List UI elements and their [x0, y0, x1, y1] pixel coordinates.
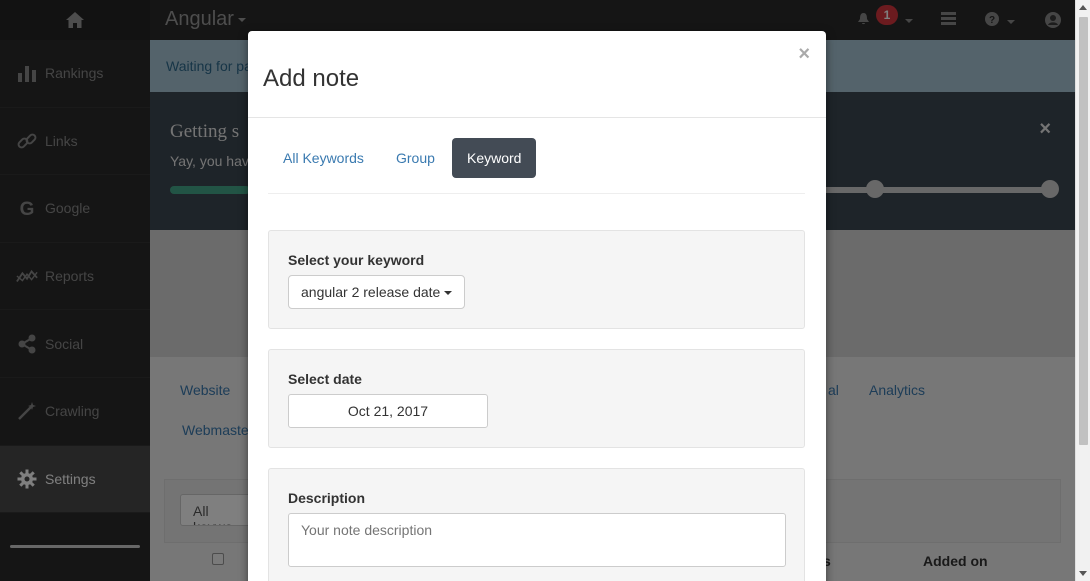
tab-all-keywords[interactable]: All Keywords [268, 138, 379, 178]
description-label: Description [288, 490, 366, 506]
scroll-down-icon[interactable] [1079, 571, 1087, 576]
keyword-panel: Select your keyword angular 2 release da… [268, 230, 805, 329]
modal-title: Add note [263, 65, 360, 92]
description-panel: Description [268, 468, 805, 581]
modal-header: Add note × [248, 31, 826, 118]
add-note-modal: Add note × All Keywords Group Keyword Se… [248, 31, 826, 581]
keyword-value: angular 2 release date [301, 284, 441, 300]
date-panel: Select date Oct 21, 2017 [268, 349, 805, 448]
tab-group[interactable]: Group [381, 138, 450, 178]
scroll-up-icon[interactable] [1079, 5, 1087, 10]
note-scope-tabs: All Keywords Group Keyword [268, 138, 805, 194]
description-textarea[interactable] [288, 513, 786, 567]
close-button[interactable]: × [798, 43, 810, 66]
keyword-dropdown[interactable]: angular 2 release date [288, 275, 466, 309]
scrollbar-thumb[interactable] [1079, 17, 1088, 445]
chevron-down-icon [444, 291, 453, 296]
keyword-label: Select your keyword [288, 252, 425, 268]
page-scrollbar[interactable] [1075, 0, 1090, 581]
tab-keyword[interactable]: Keyword [452, 138, 537, 178]
date-input[interactable]: Oct 21, 2017 [288, 394, 488, 428]
date-label: Select date [288, 371, 362, 387]
